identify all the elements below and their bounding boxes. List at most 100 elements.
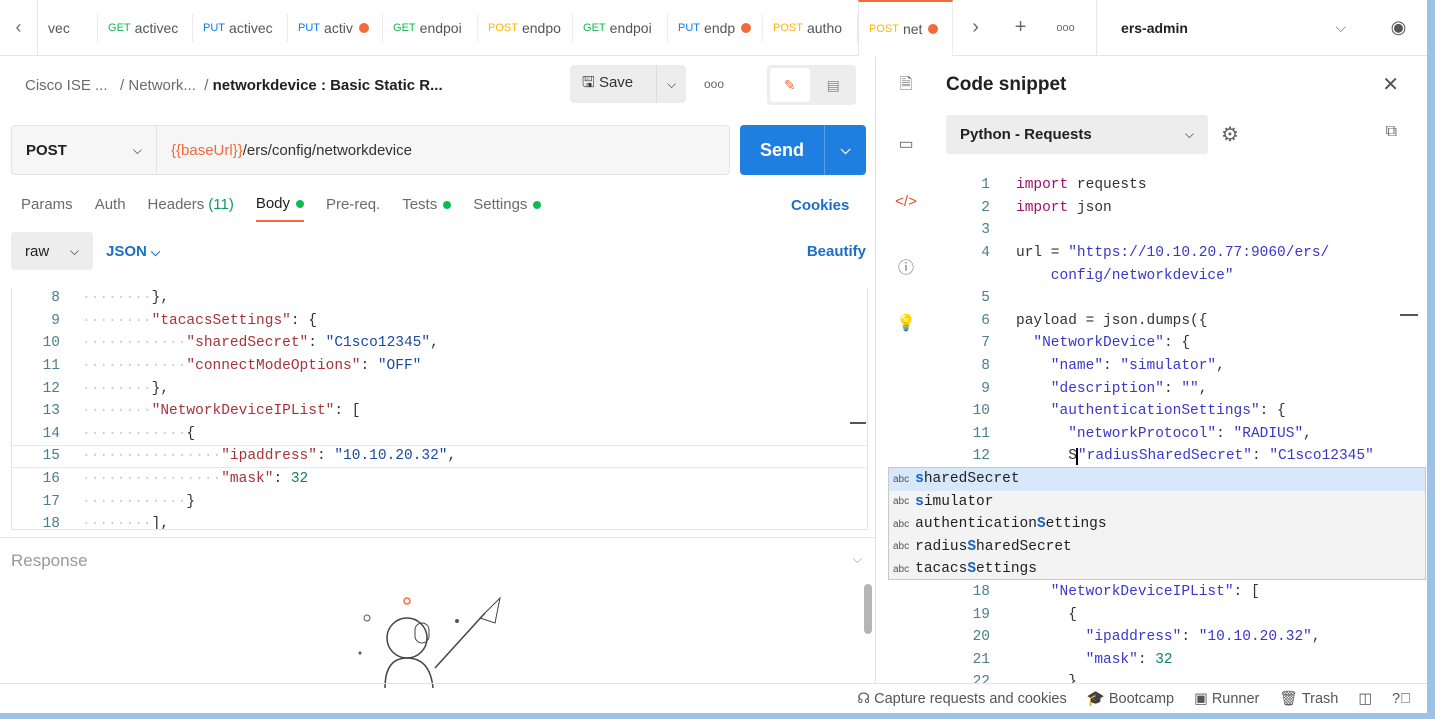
request-tab[interactable]: PUT activec [193,14,289,42]
tab-name: activec [134,20,179,36]
tab-headers[interactable]: Headers (11) [148,195,234,222]
tab-prereq[interactable]: Pre-req. [326,195,380,222]
chevron-down-icon: ⌵ [1335,19,1347,35]
request-tab[interactable]: POST net [858,0,954,56]
new-tab-plus-icon[interactable]: + [998,16,1043,39]
code-token: , [1216,358,1225,375]
snippet-line: 7 "NetworkDevice": { [935,332,1417,355]
unsaved-dot-icon [928,24,939,34]
chevron-down-icon: ⌵ [69,243,79,258]
code-token: "sharedSecret" [186,335,309,352]
autocomplete-item[interactable]: abc s imulator [889,491,1425,514]
more-tabs-icon[interactable]: ooo [1043,22,1088,34]
snippet-line: 10 "authenticationSettings": { [935,400,1417,423]
comments-icon[interactable]: ▭ [895,134,917,156]
capture-button[interactable]: ☊ Capture requests and cookies [857,691,1067,707]
tab-body[interactable]: Body [255,195,305,222]
autocomplete-item[interactable]: abc radius SharedSecret [889,536,1425,559]
code-token: : [316,448,335,465]
tab-params[interactable]: Params [21,195,73,222]
tab-tests[interactable]: Tests [402,195,452,222]
line-number: 3 [981,222,990,239]
bootcamp-button[interactable]: 🎓 Bootcamp [1087,690,1174,707]
body-type-select[interactable]: raw ⌵ [11,232,93,270]
snippet-line: 5 [935,287,1417,310]
code-token: : { [1163,335,1191,352]
body-editor[interactable]: 8 ········}, 9 ········ "tacacsSettings": {1… [11,287,868,530]
code-token: "10.10.20.32" [334,448,448,465]
autocomplete-item[interactable]: abc tacacs Settings [889,558,1425,581]
info-icon[interactable]: ⓘ [895,254,917,277]
save-options-chevron-icon[interactable]: ⌵ [656,65,686,103]
window-border [0,713,1435,719]
trash-button[interactable]: 🗑 Trash [1279,690,1338,707]
tabs-scroll-left-icon[interactable]: ‹ [0,0,39,55]
two-pane-layout-icon[interactable]: ◫ [1358,691,1372,707]
code-token: "10.10.20.32" [1198,629,1312,646]
request-tab[interactable]: PUT activ [288,14,384,42]
cookies-link[interactable]: Cookies [791,197,849,214]
body-format-select[interactable]: JSON ⌵ [106,243,160,260]
request-tab[interactable]: GET endpoi [383,14,479,42]
snippet-editor[interactable]: 1 import requests 2 import json 3 4 url = "htt… [935,174,1417,683]
line-number: 7 [981,335,990,352]
code-icon[interactable]: </> [895,193,917,215]
body-options: raw ⌵ JSON ⌵ Beautify [11,231,866,271]
request-name[interactable]: networkdevice : Basic Static R... [213,77,443,94]
send-options-chevron-icon[interactable]: ⌵ [824,125,866,175]
tab-method: GET [583,22,606,34]
tab-auth[interactable]: Auth [95,195,126,222]
tab-label: Params [21,196,73,213]
environment-name: ers-admin [1121,19,1188,36]
gear-icon[interactable]: ⚙ [1221,122,1239,147]
indent-guide: ········ [82,380,152,397]
runner-button[interactable]: ▣ Runner [1194,691,1259,707]
help-icon[interactable]: ?⃝ [1392,691,1411,707]
environment-selector[interactable]: ers-admin ⌵ [1096,0,1370,55]
copy-icon[interactable]: ⧉ [1386,123,1397,141]
send-button[interactable]: Send ⌵ [740,125,866,175]
code-token: "networkProtocol" [1016,425,1217,442]
request-tab[interactable]: GET activec [98,14,194,42]
documentation-icon[interactable]: 🗎 [895,73,917,95]
indent-guide: ········ [82,290,152,307]
scrollbar-thumb[interactable] [864,584,872,634]
autocomplete-item[interactable]: abc s haredSecret [889,468,1425,491]
save-button[interactable]: 🖫 Save ⌵ [570,65,686,103]
code-line: 18 ········], [12,513,867,529]
snippet-line: 2 import json [935,197,1417,220]
autocomplete-item[interactable]: abc authentication Settings [889,513,1425,536]
comments-icon[interactable]: ▤ [814,68,854,102]
suggestion-match: s [915,471,924,488]
url-input[interactable]: {{baseUrl}}/ers/config/networkdevice [157,126,412,174]
request-tab[interactable]: POST endpo [478,14,574,42]
request-tab[interactable]: GET endpoi [573,14,669,42]
collapse-chevron-icon[interactable]: ⌵ [853,552,862,567]
close-icon[interactable]: ✕ [1382,72,1399,97]
line-number: 10 [972,403,990,420]
breadcrumb-collection[interactable]: Cisco ISE ... [25,77,108,94]
snippet-scroll-marker [1400,314,1418,316]
code-token: "" [1181,380,1199,397]
tab-settings[interactable]: Settings [473,195,542,222]
request-tab[interactable]: vec [38,14,99,42]
tab-method: PUT [298,22,321,34]
beautify-link[interactable]: Beautify [807,243,866,260]
line-number: 10 [42,335,60,352]
request-tab[interactable]: PUT endp [668,14,764,42]
environment-quick-look-eye-icon[interactable]: ◉ [1370,0,1427,55]
code-token: "radiusSharedSecret" [1077,448,1252,465]
code-token: 32 [290,471,309,488]
request-tab[interactable]: POST autho [763,14,859,42]
tabs-scroll-right-icon[interactable]: › [953,16,998,39]
response-pane: Response ⌵ [0,537,876,688]
more-options-icon[interactable]: ooo [704,77,724,91]
edit-pencil-icon[interactable]: ✎ [770,68,810,102]
tab-count: (11) [208,196,234,213]
method-select[interactable]: POST ⌵ [12,126,157,174]
trash-icon: 🗑 [1279,691,1298,707]
response-title: Response [11,551,88,570]
breadcrumb-folder[interactable]: Network... [128,77,196,94]
lightbulb-icon[interactable]: 💡 [895,313,917,335]
language-select[interactable]: Python - Requests ⌵ [946,115,1208,154]
